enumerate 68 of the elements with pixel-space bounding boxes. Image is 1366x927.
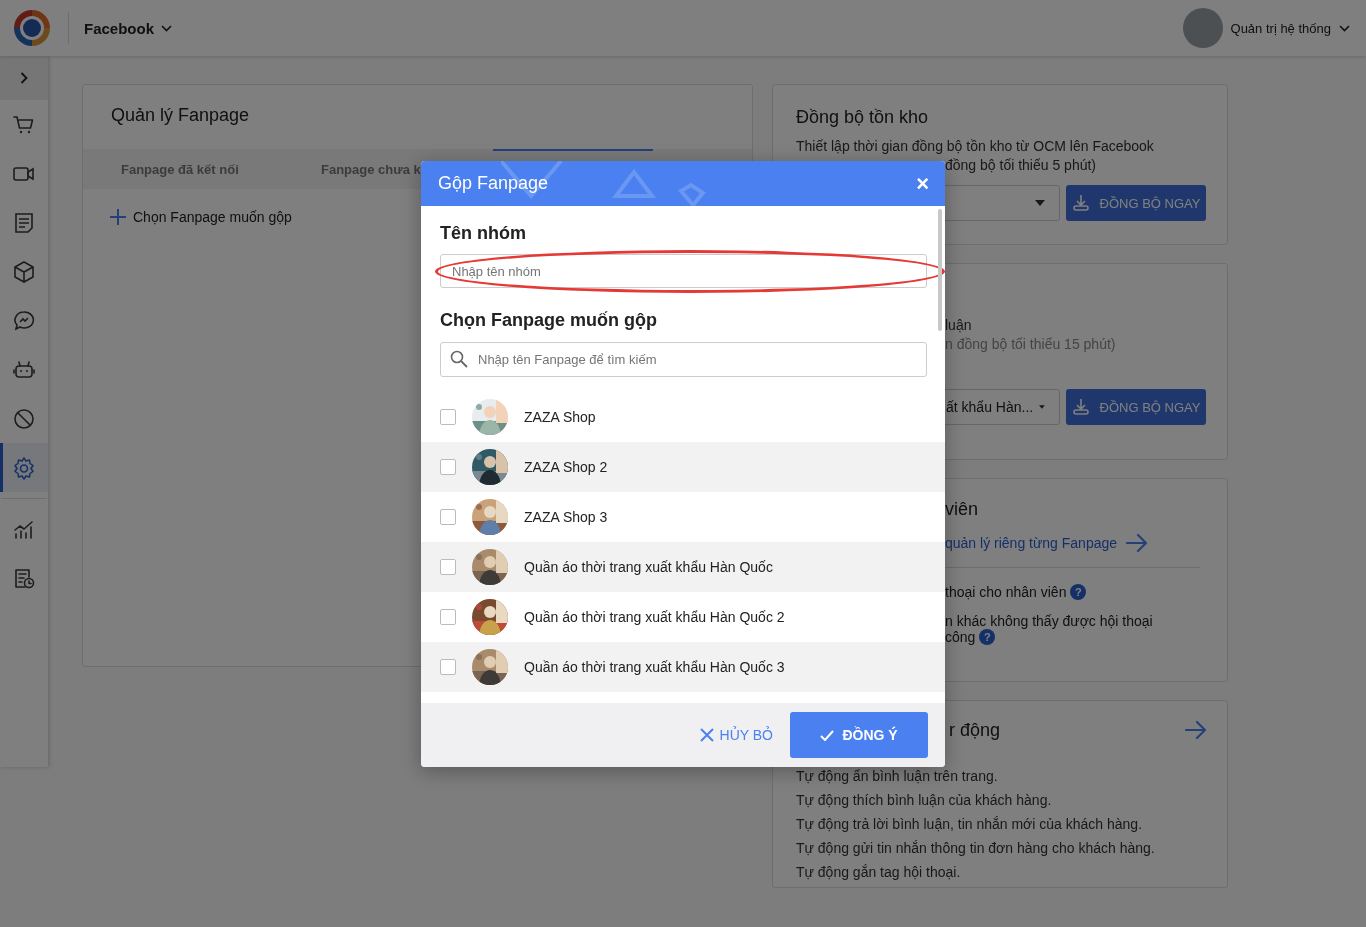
- card-title: Đồng bộ tồn kho: [796, 106, 930, 129]
- close-button[interactable]: ×: [916, 172, 929, 195]
- field-label: Chọn Fanpage muốn gộp: [440, 309, 658, 331]
- fanpage-name[interactable]: Quần áo thời trang xuất khẩu Hàn Quốc 3: [524, 659, 785, 675]
- check-icon: [820, 729, 835, 741]
- card-title: Quản lý Fanpage: [111, 105, 250, 125]
- arrow-right-icon[interactable]: [1126, 533, 1149, 553]
- user-name[interactable]: Quản trị hệ thống: [1230, 20, 1331, 36]
- sync-now-button[interactable]: ĐỒNG BỘ NGAY: [1066, 185, 1206, 221]
- card-title: r động: [949, 719, 1001, 742]
- add-fanpage-link[interactable]: Chọn Fanpage muốn gộp: [133, 209, 292, 225]
- chevron-down-icon: [161, 24, 173, 32]
- checkbox[interactable]: [440, 559, 456, 575]
- help-icon[interactable]: ?: [1070, 584, 1087, 600]
- checkbox[interactable]: [440, 609, 456, 625]
- option-text: n khác không thấy được hội thoại: [945, 613, 1153, 629]
- field-label: Tên nhóm: [440, 222, 527, 244]
- cancel-button[interactable]: HỦY BỎ: [699, 727, 773, 743]
- scrollbar[interactable]: [938, 209, 942, 331]
- checkbox[interactable]: [440, 659, 456, 675]
- feature-text: Tự động trả lời bình luận, tin nhắn mới của khách hàng.: [796, 815, 1144, 834]
- description: luận: [945, 316, 973, 335]
- fanpage-name[interactable]: Quần áo thời trang xuất khẩu Hàn Quốc: [524, 559, 773, 575]
- group-name-field[interactable]: Nhập tên nhóm: [440, 254, 927, 288]
- download-icon: [1071, 194, 1090, 212]
- chevron-right-icon: [20, 72, 28, 84]
- report-icon: [12, 566, 36, 591]
- caret-icon: [1035, 200, 1045, 206]
- tab[interactable]: Fanpage đã kết nối: [83, 149, 283, 189]
- app-switcher[interactable]: Facebook: [84, 19, 173, 37]
- chat-bubble-icon: [12, 308, 36, 333]
- description: Thiết lập thời gian đồng bộ tồn kho từ OCM lên Facebook: [796, 137, 1155, 156]
- help-icon[interactable]: ?: [979, 629, 996, 645]
- checkbox[interactable]: [440, 459, 456, 475]
- fanpage-name[interactable]: ZAZA Shop: [524, 409, 596, 425]
- document-icon: [12, 210, 36, 235]
- fanpage-name[interactable]: ZAZA Shop 3: [524, 509, 608, 525]
- description: đồng bộ tối thiểu 5 phút): [945, 156, 1097, 175]
- feature-text: Tự động gửi tin nhắn thông tin đơn hàng cho khách hàng.: [796, 839, 1156, 858]
- sidebar-item[interactable]: [0, 443, 48, 492]
- close-icon: [699, 728, 714, 742]
- avatar[interactable]: [1182, 8, 1223, 48]
- plus-icon[interactable]: [110, 209, 126, 225]
- chevron-down-icon: [1339, 24, 1350, 32]
- search-icon: [450, 350, 468, 368]
- box-icon: [12, 259, 36, 284]
- settings-icon: [12, 455, 36, 480]
- dialog-title: Gộp Fanpage: [438, 173, 549, 194]
- settings-link[interactable]: quản lý riêng từng Fanpage: [945, 535, 1118, 551]
- feature-text: Tự động gắn tag hội thoại.: [796, 863, 962, 882]
- block-icon: [12, 406, 36, 431]
- checkbox[interactable]: [440, 509, 456, 525]
- search-field[interactable]: Nhập tên Fanpage để tìm kiếm: [440, 342, 927, 377]
- checkbox[interactable]: [440, 409, 456, 425]
- sync-now-button[interactable]: ĐỒNG BỘ NGAY: [1066, 389, 1206, 425]
- download-icon: [1071, 398, 1090, 416]
- feature-text: Tự động thích bình luận của khách hàng.: [796, 791, 1053, 810]
- logo-icon[interactable]: [12, 8, 52, 48]
- fanpage-name[interactable]: ZAZA Shop 2: [524, 459, 608, 475]
- caret-icon: [1039, 404, 1045, 410]
- fanpage-name[interactable]: Quần áo thời trang xuất khẩu Hàn Quốc 2: [524, 609, 785, 625]
- sidebar-toggle[interactable]: [0, 56, 48, 100]
- arrow-right-icon[interactable]: [1185, 720, 1207, 740]
- feature-text: Tự động ẩn bình luận trên trang.: [796, 767, 999, 786]
- option-text: công: [945, 629, 976, 645]
- confirm-button[interactable]: ĐỒNG Ý: [790, 712, 928, 758]
- option-text: thoại cho nhân viên: [945, 584, 1067, 600]
- card-title: viên: [945, 498, 980, 521]
